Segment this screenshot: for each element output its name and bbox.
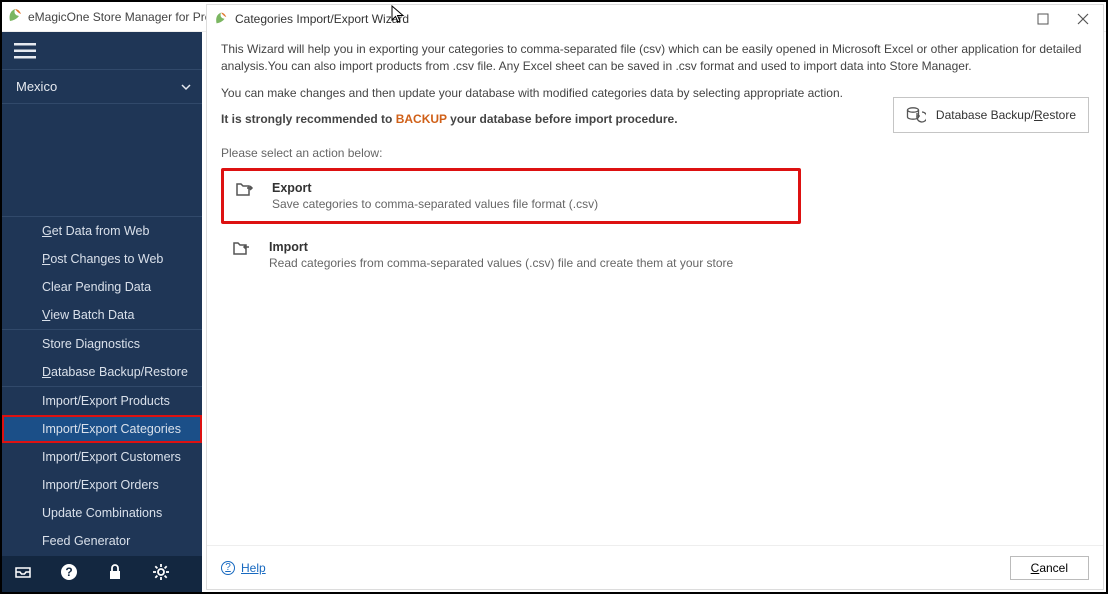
database-backup-restore-button[interactable]: Database Backup/Restore xyxy=(893,97,1089,133)
sidebar-item[interactable] xyxy=(2,160,202,188)
svg-text:?: ? xyxy=(65,565,72,579)
app-logo-icon xyxy=(6,6,24,27)
backup-button-label: Database Backup/Restore xyxy=(936,108,1076,122)
option-desc: Read categories from comma-separated val… xyxy=(269,256,733,270)
dialog-titlebar: Categories Import/Export Wizard xyxy=(207,5,1103,33)
sidebar-item[interactable]: View Batch Data xyxy=(2,301,202,329)
sidebar-item[interactable]: Import/Export Orders xyxy=(2,471,202,499)
intro-text-1: This Wizard will help you in exporting y… xyxy=(221,41,1089,75)
folder-arrow-icon xyxy=(236,181,258,202)
sidebar-item[interactable]: Get Data from Web xyxy=(2,217,202,245)
dialog-title-text: Categories Import/Export Wizard xyxy=(235,12,409,26)
sidebar-item[interactable]: Post Changes to Web xyxy=(2,245,202,273)
window-maximize-button[interactable] xyxy=(1023,5,1063,33)
lock-icon[interactable] xyxy=(106,563,124,586)
wizard-dialog: Categories Import/Export Wizard This Wiz… xyxy=(206,4,1104,590)
cancel-button[interactable]: Cancel xyxy=(1010,556,1089,580)
sidebar-item[interactable] xyxy=(2,132,202,160)
sidebar-item[interactable] xyxy=(2,104,202,132)
chevron-down-icon xyxy=(180,81,192,93)
option-title: Export xyxy=(272,181,598,195)
dialog-logo-icon xyxy=(213,10,229,29)
sidebar-item[interactable]: Store Diagnostics xyxy=(2,330,202,358)
sidebar-item[interactable]: Import/Export Categories xyxy=(2,415,202,443)
sidebar-item[interactable]: Update Combinations xyxy=(2,499,202,527)
wizard-option-export[interactable]: Export Save categories to comma-separated… xyxy=(221,168,801,224)
sidebar-footer: ? xyxy=(2,556,202,592)
sidebar-item[interactable]: Import/Export Customers xyxy=(2,443,202,471)
sidebar-item[interactable] xyxy=(2,188,202,216)
option-desc: Save categories to comma-separated value… xyxy=(272,197,598,211)
sidebar-item[interactable]: Database Backup/Restore xyxy=(2,358,202,386)
sidebar-item[interactable]: Feed Generator xyxy=(2,527,202,555)
sidebar: Mexico Get Data from WebPost Changes to … xyxy=(2,32,202,592)
sidebar-item[interactable]: Import/Export Products xyxy=(2,387,202,415)
store-name: Mexico xyxy=(16,79,57,94)
sidebar-menu: Get Data from WebPost Changes to WebClea… xyxy=(2,104,202,556)
help-label: Help xyxy=(241,561,266,575)
database-restore-icon xyxy=(906,106,926,124)
action-prompt-label: Please select an action below: xyxy=(221,146,1089,160)
gear-icon[interactable] xyxy=(152,563,170,586)
help-circle-icon: ? xyxy=(221,561,235,575)
wizard-option-import[interactable]: Import Read categories from comma-separat… xyxy=(221,230,801,280)
hamburger-icon xyxy=(14,43,36,59)
window-close-button[interactable] xyxy=(1063,5,1103,33)
folder-arrow-icon xyxy=(233,240,255,261)
inbox-icon[interactable] xyxy=(14,563,32,586)
sidebar-item[interactable]: Clear Pending Data xyxy=(2,273,202,301)
dialog-footer: ? Help Cancel xyxy=(207,545,1103,589)
option-title: Import xyxy=(269,240,733,254)
store-selector[interactable]: Mexico xyxy=(2,70,202,104)
hamburger-button[interactable] xyxy=(2,32,202,70)
help-link[interactable]: ? Help xyxy=(221,561,266,575)
help-icon[interactable]: ? xyxy=(60,563,78,586)
